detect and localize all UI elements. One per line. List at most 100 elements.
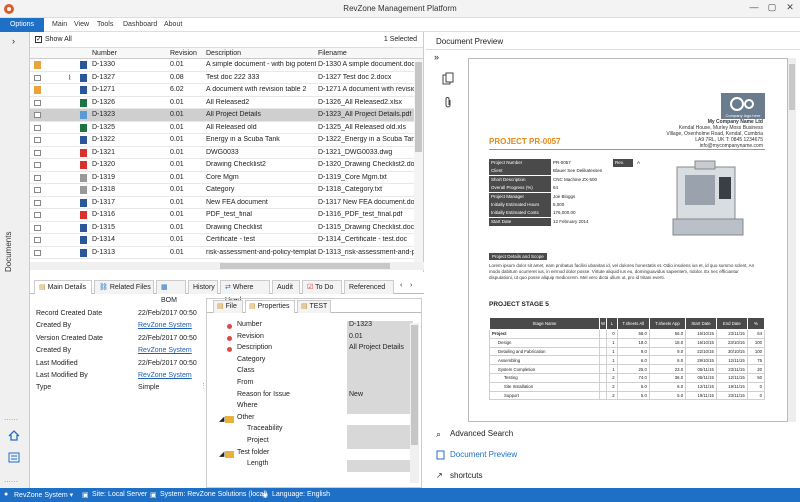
- tab-audit[interactable]: Audit: [272, 280, 300, 294]
- menu-view[interactable]: View: [74, 21, 89, 28]
- property-value-box[interactable]: [347, 460, 413, 472]
- row-checkbox[interactable]: [34, 149, 41, 156]
- tabs-scroll-right-icon[interactable]: ›: [410, 282, 412, 289]
- show-all-checkbox[interactable]: ✓: [35, 36, 42, 43]
- tab-history[interactable]: History: [188, 280, 218, 294]
- grid-vertical-scrollbar[interactable]: [414, 59, 423, 262]
- table-row[interactable]: D-1326 0.01 All Released2 D-1326_All Releas…: [30, 97, 423, 109]
- tab-main-details[interactable]: ▤ Main Details: [34, 280, 92, 294]
- row-checkbox[interactable]: [34, 212, 41, 218]
- table-row[interactable]: D-1315 0.01 Drawing Checklist D-1315_Drawin…: [30, 222, 423, 234]
- document-preview-link[interactable]: Document Preview: [450, 450, 517, 459]
- property-value-box[interactable]: [347, 378, 413, 391]
- property-value-box[interactable]: [347, 436, 413, 449]
- row-checkbox[interactable]: [34, 237, 41, 243]
- table-row[interactable]: D-1325 0.01 All Released old D-1325_All Rel…: [30, 122, 423, 134]
- property-row[interactable]: Revision 0.01: [207, 332, 421, 345]
- tab-file[interactable]: ▤ File: [213, 300, 243, 313]
- chevron-right-icon[interactable]: ›: [12, 36, 15, 46]
- detail-link[interactable]: RevZone System: [138, 372, 192, 379]
- document-preview-page[interactable]: Company logo here My Company Name Ltd Ke…: [468, 58, 788, 422]
- table-row[interactable]: D-1313 0.01 risk-assessment-and-policy-tem…: [30, 247, 423, 259]
- shortcuts-link[interactable]: shortcuts: [450, 471, 482, 480]
- detail-link[interactable]: RevZone System: [138, 347, 192, 354]
- row-checkbox[interactable]: [34, 174, 41, 181]
- column-header-revision[interactable]: Revision: [170, 50, 197, 57]
- collapse-icon[interactable]: ◢: [219, 450, 224, 458]
- row-checkbox[interactable]: [34, 74, 41, 81]
- property-row[interactable]: Category: [207, 355, 421, 368]
- property-row[interactable]: Class: [207, 367, 421, 379]
- row-checkbox[interactable]: [34, 187, 41, 193]
- table-row[interactable]: D-1316 0.01 PDF_test_final D-1316_PDF_test_…: [30, 209, 423, 222]
- splitter-handle-icon[interactable]: ⋯⋯: [4, 478, 18, 486]
- scrollbar-thumb[interactable]: [415, 62, 422, 152]
- property-value-box[interactable]: [347, 355, 413, 368]
- row-checkbox[interactable]: [34, 249, 41, 256]
- property-value-box[interactable]: [347, 367, 413, 379]
- table-row[interactable]: D-1320 0.01 Drawing Checklist2 D-1320_Drawi…: [30, 159, 423, 172]
- table-row[interactable]: D-1317 0.01 New FEA document D-1317 New FEA…: [30, 197, 423, 209]
- menu-about[interactable]: About: [164, 21, 182, 28]
- property-row[interactable]: Description All Project Details: [207, 344, 421, 356]
- close-button[interactable]: ✕: [782, 2, 798, 13]
- table-row[interactable]: D-1322 0.01 Energy in a Scuba Tank D-1322_E…: [30, 134, 423, 147]
- row-checkbox[interactable]: [34, 112, 41, 118]
- table-row[interactable]: D-1321 0.01 DWG0033 D-1321_DWG0033.dwg: [30, 147, 423, 159]
- copy-icon[interactable]: [442, 72, 454, 85]
- menu-tools[interactable]: Tools: [97, 21, 113, 28]
- minimize-button[interactable]: —: [746, 2, 762, 12]
- property-row[interactable]: ◢ Test folder: [207, 449, 421, 461]
- row-checkbox[interactable]: [34, 99, 41, 106]
- scrollbar-thumb[interactable]: [411, 325, 418, 445]
- menu-main[interactable]: Main: [52, 21, 67, 28]
- table-row[interactable]: D-1271 6.02 A document with revision table…: [30, 84, 423, 97]
- collapse-icon[interactable]: ◢: [219, 415, 224, 423]
- property-row[interactable]: Where: [207, 402, 421, 414]
- property-row[interactable]: ◢ Other: [207, 414, 421, 426]
- advanced-search-link[interactable]: Advanced Search: [450, 429, 513, 438]
- column-header-filename[interactable]: Filename: [318, 50, 347, 57]
- row-checkbox[interactable]: [34, 137, 41, 143]
- maximize-button[interactable]: ▢: [764, 2, 780, 13]
- splitter-handle-icon[interactable]: ⋯⋯: [4, 416, 18, 424]
- table-row[interactable]: D-1318 0.01 Category D-1318_Category.txt: [30, 184, 423, 197]
- table-row[interactable]: ⌇ D-1327 0.08 Test doc 222 333 D-1327 Test d…: [30, 72, 423, 84]
- home-icon[interactable]: [8, 430, 20, 441]
- table-row[interactable]: D-1330 0.01 A simple document - with big p…: [30, 59, 423, 72]
- tab-to-do[interactable]: ☑ To Do: [302, 280, 342, 294]
- column-header-description[interactable]: Description: [206, 50, 241, 57]
- row-checkbox[interactable]: [34, 199, 41, 206]
- table-row[interactable]: D-1323 0.01 All Project Details D-1323_All …: [30, 109, 423, 122]
- grid-horizontal-scrollbar[interactable]: [30, 262, 424, 270]
- tabs-scroll-left-icon[interactable]: ‹: [400, 282, 402, 289]
- tab-referenced[interactable]: Referenced: [344, 280, 394, 294]
- detail-link[interactable]: RevZone System: [138, 322, 192, 329]
- property-row[interactable]: Traceability: [207, 425, 421, 437]
- property-row[interactable]: Length: [207, 460, 421, 472]
- table-row[interactable]: D-1314 0.01 Certificate - test D-1314_Certi…: [30, 234, 423, 247]
- property-row[interactable]: Reason for Issue New: [207, 390, 421, 403]
- column-header-number[interactable]: Number: [92, 50, 117, 57]
- scrollbar-thumb[interactable]: [789, 64, 795, 110]
- tab-related-files[interactable]: ⛓ Related Files: [94, 280, 154, 294]
- tab-bom[interactable]: ▦ BOM: [156, 280, 186, 304]
- row-checkbox[interactable]: [34, 162, 41, 168]
- preview-scrollbar[interactable]: [788, 58, 796, 422]
- row-checkbox[interactable]: [34, 224, 41, 231]
- attachment-icon[interactable]: [442, 96, 454, 109]
- property-row[interactable]: Project: [207, 436, 421, 449]
- properties-scrollbar[interactable]: [410, 323, 419, 483]
- property-value-box[interactable]: [347, 425, 413, 437]
- property-row[interactable]: From: [207, 378, 421, 391]
- tab-test[interactable]: ▤ TEST: [297, 300, 331, 313]
- options-menu[interactable]: Options: [0, 18, 44, 32]
- scrollbar-thumb[interactable]: [220, 263, 390, 269]
- tab-properties[interactable]: ▤ Properties: [245, 300, 295, 313]
- status-user[interactable]: RevZone System ▾: [14, 491, 73, 499]
- row-checkbox[interactable]: [34, 124, 41, 131]
- list-view-icon[interactable]: [8, 452, 20, 463]
- tab-where-used[interactable]: ⇄ Where Used: [220, 280, 270, 304]
- menu-dashboard[interactable]: Dashboard: [123, 21, 157, 28]
- property-value-box[interactable]: [347, 402, 413, 414]
